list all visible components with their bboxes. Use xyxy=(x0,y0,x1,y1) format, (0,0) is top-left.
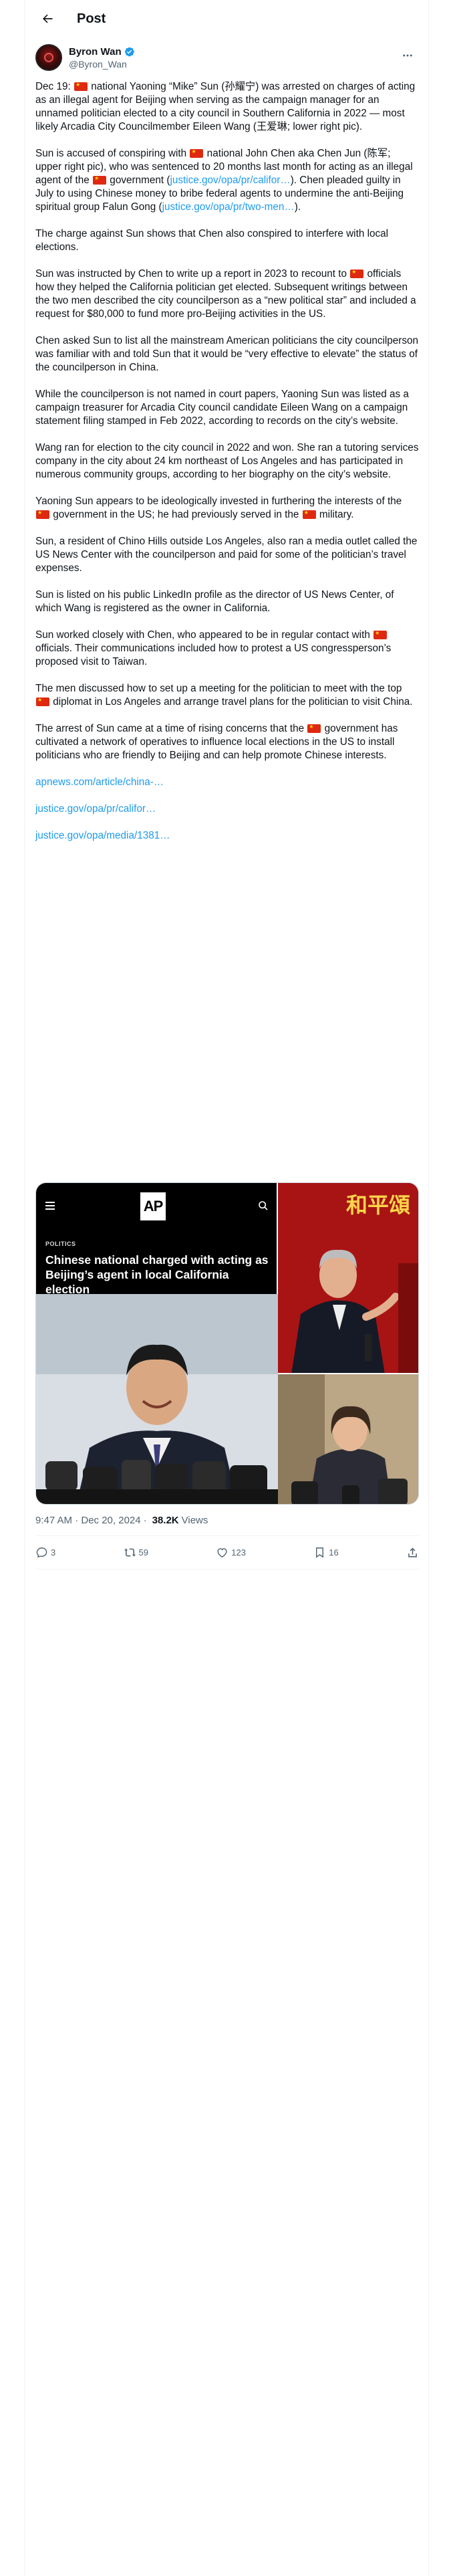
paragraph-8: Yaoning Sun appears to be ideologically … xyxy=(35,495,419,522)
china-flag-icon xyxy=(350,267,364,278)
like-button[interactable]: 123 xyxy=(216,1546,246,1559)
ap-logo: AP xyxy=(140,1192,166,1220)
paragraph-6: While the councilperson is not named in … xyxy=(35,389,409,427)
link-justice-media[interactable]: justice.gov/opa/media/1381… xyxy=(35,830,170,841)
reply-icon xyxy=(36,1547,47,1558)
china-flag-icon xyxy=(190,147,204,158)
bookmark-button[interactable]: 16 xyxy=(313,1546,339,1559)
post-timestamp[interactable]: 9:47 AM · Dec 20, 2024 xyxy=(35,1515,141,1526)
side-photos: 和平頌 xyxy=(277,1183,418,1504)
views-count: 38.2K xyxy=(152,1514,179,1526)
section-label: POLITICS xyxy=(45,1241,76,1247)
photo-suspect-press xyxy=(36,1294,278,1504)
meta-separator: · xyxy=(143,1514,147,1526)
china-flag-icon xyxy=(302,508,316,519)
link-apnews[interactable]: apnews.com/article/china-… xyxy=(35,776,164,788)
back-button[interactable] xyxy=(34,5,61,32)
tweet-text: Dec 19: national Yaoning “Mike” Sun (孙耀宁… xyxy=(35,80,419,856)
bookmark-count: 16 xyxy=(329,1547,339,1558)
avatar[interactable] xyxy=(35,44,62,71)
repost-count: 59 xyxy=(138,1547,148,1558)
photo-chen-speaking: 和平頌 xyxy=(278,1183,418,1374)
like-count: 123 xyxy=(231,1547,246,1558)
inline-link-justice-two-men[interactable]: justice.gov/opa/pr/two-men… xyxy=(162,201,295,213)
banner-text: 和平頌 xyxy=(346,1192,410,1218)
china-flag-icon xyxy=(73,80,88,91)
paragraph-11: Sun worked closely with Chen, who appear… xyxy=(35,629,419,669)
ap-nav-bar: AP xyxy=(36,1183,278,1230)
author-display-name[interactable]: Byron Wan xyxy=(69,46,122,58)
ap-headline: Chinese national charged with acting as … xyxy=(45,1253,269,1296)
paragraph-9: Sun, a resident of Chino Hills outside L… xyxy=(35,536,418,574)
paragraph-13: The arrest of Sun came at a time of risi… xyxy=(35,722,419,762)
paragraph-10: Sun is listed on his public LinkedIn pro… xyxy=(35,589,394,614)
post-meta: 9:47 AM · Dec 20, 2024 · 38.2K Views xyxy=(35,1513,208,1527)
attached-image[interactable]: AP POLITICS Chinese national charged wit… xyxy=(35,1182,419,1505)
paragraph-2: Sun is accused of conspiring with nation… xyxy=(35,147,419,214)
ap-screenshot: AP POLITICS Chinese national charged wit… xyxy=(36,1183,278,1504)
china-flag-icon xyxy=(36,695,49,706)
more-dots-icon xyxy=(403,54,412,57)
china-flag-icon xyxy=(93,174,107,185)
paragraph-1: Dec 19: national Yaoning “Mike” Sun (孙耀宁… xyxy=(35,80,419,134)
heart-icon xyxy=(217,1547,227,1558)
repost-button[interactable]: 59 xyxy=(124,1546,148,1559)
reply-button[interactable]: 3 xyxy=(35,1546,55,1559)
verified-badge-icon xyxy=(124,47,134,56)
more-options-button[interactable] xyxy=(396,44,419,67)
bookmark-icon xyxy=(316,1547,324,1558)
paragraph-7: Wang ran for election to the city counci… xyxy=(35,442,419,480)
author-names: Byron Wan @Byron_Wan xyxy=(69,46,135,70)
divider-bottom xyxy=(35,1569,419,1570)
views-label: Views xyxy=(181,1514,208,1526)
link-justice-califor[interactable]: justice.gov/opa/pr/califor… xyxy=(35,803,156,815)
share-button[interactable] xyxy=(406,1546,419,1559)
paragraph-5: Chen asked Sun to list all the mainstrea… xyxy=(35,335,419,373)
reply-count: 3 xyxy=(51,1547,56,1558)
back-arrow-icon xyxy=(43,14,53,23)
author-handle[interactable]: @Byron_Wan xyxy=(69,59,135,70)
author-row: Byron Wan @Byron_Wan xyxy=(35,43,419,72)
china-flag-icon xyxy=(36,508,49,519)
top-bar: Post xyxy=(25,0,430,37)
post-column: Post Byron Wan @Byron_Wan Dec 19: nation… xyxy=(24,0,429,2576)
search-icon xyxy=(259,1201,268,1210)
paragraph-12: The men discussed how to set up a meetin… xyxy=(35,682,419,709)
paragraph-3: The charge against Sun shows that Chen a… xyxy=(35,228,389,253)
china-flag-icon xyxy=(307,722,321,733)
page-title: Post xyxy=(77,11,106,26)
repost-icon xyxy=(124,1548,136,1556)
inline-link-justice-califor[interactable]: justice.gov/opa/pr/califor… xyxy=(170,175,290,186)
china-flag-icon xyxy=(373,629,388,639)
paragraph-4: Sun was instructed by Chen to write up a… xyxy=(35,267,419,321)
share-icon xyxy=(408,1547,417,1558)
action-bar: 3 59 123 16 xyxy=(35,1536,419,1568)
hamburger-menu-icon xyxy=(45,1202,55,1210)
photo-wang xyxy=(278,1374,418,1504)
